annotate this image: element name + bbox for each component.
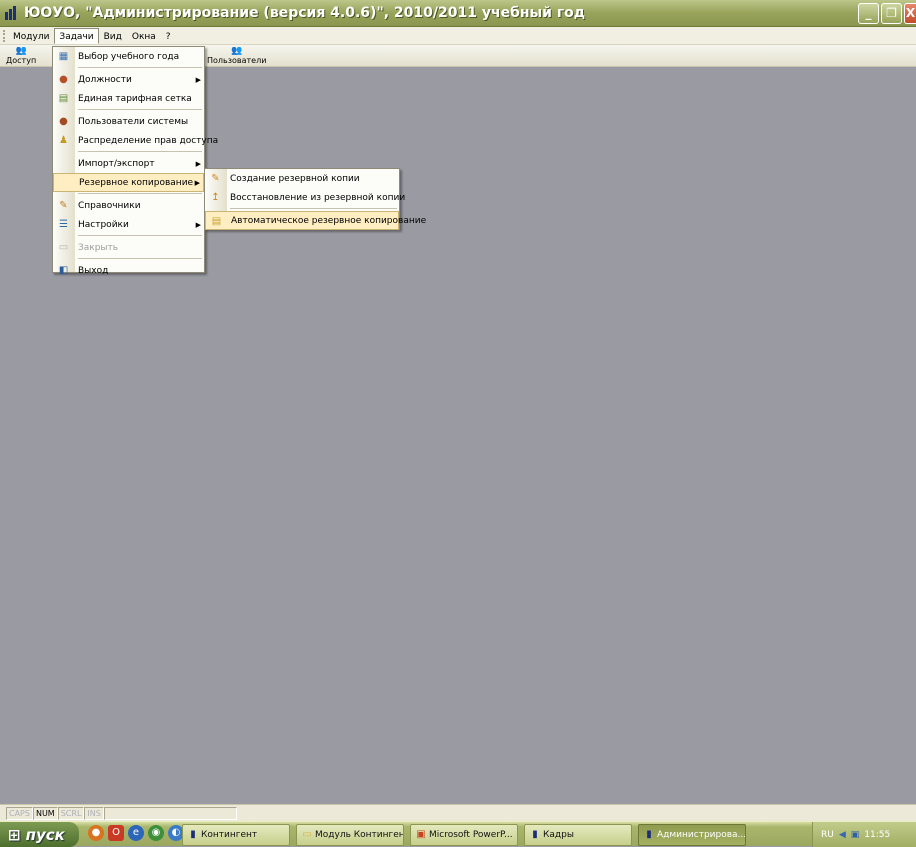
task-kontingent[interactable]: ▮ Контингент (182, 824, 290, 846)
menu-item-restore-backup[interactable]: ↥ Восстановление из резервной копии (205, 188, 405, 207)
num-indicator: NUM (32, 806, 58, 820)
users-toolbar-label: Пользователи (207, 56, 267, 65)
menu-help[interactable]: ? (161, 28, 176, 44)
app-chart-icon: ▮ (190, 829, 196, 840)
users-toolbar-button[interactable]: 👥 Пользователи (207, 45, 266, 65)
submenu-arrow-icon: ▶ (194, 178, 200, 187)
statusbar: CAPS NUM SCRL INS (0, 804, 916, 821)
menu-item-import-export[interactable]: Импорт/экспорт ▶ (53, 154, 204, 173)
positions-icon: ● (59, 74, 68, 85)
app-chart-icon: ▮ (532, 829, 538, 840)
access-rights-icon: ♟ (59, 135, 68, 146)
minimize-button[interactable]: _ (858, 3, 879, 24)
access-icon: 👥 (15, 46, 27, 56)
scrl-indicator: SCRL (57, 806, 85, 820)
close-doc-icon: ▭ (58, 242, 69, 253)
task-administrirovanie[interactable]: ▮ Администрирова... (638, 824, 746, 846)
menu-item-auto-backup[interactable]: ▤ Автоматическое резервное копирование (205, 211, 426, 230)
backup-submenu: ✎ Создание резервной копии ↥ Восстановле… (204, 168, 426, 230)
ins-indicator: INS (84, 806, 104, 820)
settings-icon: ☰ (59, 219, 68, 230)
firefox-icon[interactable]: ● (88, 825, 104, 841)
restore-backup-icon: ↥ (211, 192, 220, 203)
auto-backup-icon: ▤ (211, 216, 222, 227)
window-title: ЮОУО, "Администрирование (версия 4.0.6)"… (24, 5, 586, 21)
create-backup-icon: ✎ (211, 173, 220, 184)
ie-icon[interactable]: e (128, 825, 144, 841)
menubar-grip[interactable] (3, 29, 6, 42)
submenu-arrow-icon: ▶ (195, 75, 201, 84)
chrome-icon[interactable]: ◉ (148, 825, 164, 841)
folder-icon: ▭ (302, 829, 312, 840)
app-chart-icon: ▮ (646, 829, 652, 840)
tasks-menu: ▦ Выбор учебного года ● Должности ▶ ▤ Ед… (52, 46, 218, 276)
opera-icon[interactable]: O (108, 825, 124, 841)
directories-icon: ✎ (59, 200, 68, 211)
windows-logo-icon: ⊞ (8, 825, 21, 844)
menu-item-school-year[interactable]: ▦ Выбор учебного года (53, 47, 204, 66)
tray-arrow-icon[interactable]: ◀ (839, 830, 846, 840)
menu-modules[interactable]: Модули (8, 28, 54, 44)
start-button[interactable]: ⊞ пуск (0, 822, 79, 847)
menubar: Модули Задачи Вид Окна ? (0, 27, 916, 45)
powerpoint-icon: ▣ (416, 829, 426, 840)
menu-tasks[interactable]: Задачи (54, 27, 99, 44)
maximize-button[interactable]: ❐ (881, 3, 902, 24)
menu-windows[interactable]: Окна (127, 28, 161, 44)
language-indicator[interactable]: RU (821, 830, 834, 840)
taskbar: ⊞ пуск ● O e ◉ ◐ ▮ Контингент ▭ Модуль К… (0, 821, 916, 847)
menu-item-create-backup[interactable]: ✎ Создание резервной копии (205, 169, 399, 188)
menu-item-settings[interactable]: ☰ Настройки ▶ (53, 215, 204, 234)
menu-item-positions[interactable]: ● Должности ▶ (53, 70, 204, 89)
menu-item-close: ▭ Закрыть (58, 242, 119, 253)
users-icon: ● (59, 116, 68, 127)
caps-indicator: CAPS (6, 806, 33, 820)
menu-item-access-rights[interactable]: ♟ Распределение прав доступа (53, 131, 218, 150)
menu-item-exit[interactable]: ◧ Выход (53, 261, 204, 280)
access-toolbar-button[interactable]: 👥 Доступ (6, 45, 36, 65)
submenu-arrow-icon: ▶ (195, 220, 201, 229)
start-label: пуск (25, 825, 65, 844)
calendar-icon: ▦ (58, 51, 69, 62)
network-icon[interactable]: ▣ (851, 830, 860, 840)
menu-item-system-users[interactable]: ● Пользователи системы (53, 112, 204, 131)
app-icon (4, 5, 20, 21)
tariff-grid-icon: ▤ (58, 93, 69, 104)
clock[interactable]: 11:55 (864, 830, 890, 840)
menu-item-directories[interactable]: ✎ Справочники (53, 196, 204, 215)
system-tray: RU ◀ ▣ 11:55 (812, 822, 916, 847)
quick-launch: ● O e ◉ ◐ (88, 825, 184, 841)
close-button[interactable]: X (904, 3, 916, 24)
menu-view[interactable]: Вид (99, 28, 127, 44)
window-titlebar[interactable]: ЮОУО, "Администрирование (версия 4.0.6)"… (0, 0, 916, 27)
task-powerpoint[interactable]: ▣ Microsoft PowerP... (410, 824, 518, 846)
menu-item-backup[interactable]: Резервное копирование ▶ (53, 173, 204, 192)
exit-icon: ◧ (58, 265, 69, 276)
users-icon: 👥 (231, 46, 243, 56)
submenu-arrow-icon: ▶ (195, 159, 201, 168)
menu-item-tariff-grid[interactable]: ▤ Единая тарифная сетка (53, 89, 204, 108)
task-modul-kontingent[interactable]: ▭ Модуль Контингент (296, 824, 404, 846)
access-toolbar-label: Доступ (6, 56, 37, 65)
task-kadry[interactable]: ▮ Кадры (524, 824, 632, 846)
status-message-panel (103, 806, 237, 820)
